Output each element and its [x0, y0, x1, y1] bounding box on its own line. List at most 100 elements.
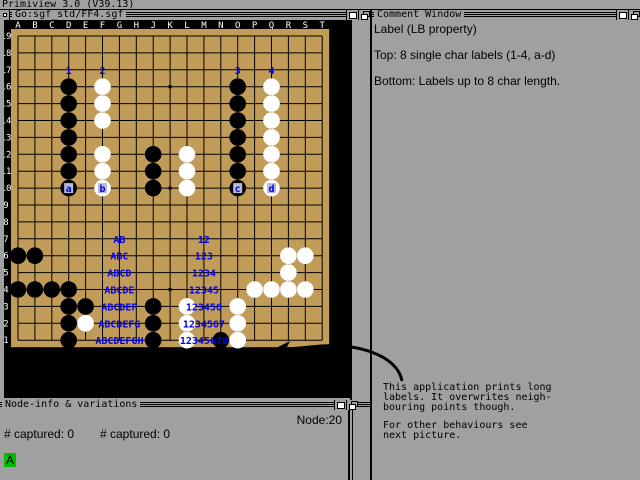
- black-stone[interactable]: [77, 298, 94, 315]
- row-coordinate: 16: [4, 83, 11, 93]
- black-stone[interactable]: [26, 281, 44, 298]
- white-stone[interactable]: [94, 162, 111, 180]
- white-stone[interactable]: [229, 331, 246, 349]
- black-stone[interactable]: [60, 95, 77, 112]
- white-stone[interactable]: [246, 281, 263, 298]
- white-stone[interactable]: [263, 281, 280, 298]
- node-info-scrollbar[interactable]: [352, 410, 368, 480]
- black-stone[interactable]: [9, 281, 27, 298]
- column-coordinate: D: [66, 21, 71, 31]
- column-coordinate: H: [134, 21, 139, 31]
- white-stone[interactable]: [263, 78, 280, 95]
- variation-button[interactable]: A: [4, 453, 17, 467]
- black-stone[interactable]: [9, 247, 27, 264]
- column-coordinate: B: [32, 21, 37, 31]
- row-coordinate: 3: [4, 302, 9, 312]
- black-stone[interactable]: [229, 162, 246, 180]
- node-info-titlebar[interactable]: Node-info & variations: [0, 400, 370, 410]
- black-stone[interactable]: [144, 331, 162, 349]
- row-coordinate: 10: [4, 184, 11, 194]
- black-stone[interactable]: [229, 129, 246, 146]
- column-coordinate: C: [49, 21, 54, 31]
- point-label: 1234: [192, 269, 216, 280]
- white-stone[interactable]: [94, 146, 111, 163]
- close-icon[interactable]: [0, 10, 10, 20]
- white-stone[interactable]: [178, 146, 196, 163]
- black-stone[interactable]: [60, 298, 77, 315]
- black-stone[interactable]: [144, 315, 162, 332]
- zoom-icon[interactable]: [334, 400, 346, 410]
- annotation-arrow: [274, 341, 404, 382]
- white-stone[interactable]: [229, 315, 246, 332]
- white-stone[interactable]: [263, 129, 280, 146]
- depth-icon[interactable]: [628, 10, 640, 20]
- black-stone[interactable]: [229, 95, 246, 112]
- white-stone[interactable]: [280, 264, 297, 281]
- row-coordinate: 17: [4, 66, 11, 76]
- black-stone[interactable]: [60, 112, 77, 129]
- black-stone[interactable]: [144, 146, 162, 163]
- black-stone[interactable]: [43, 281, 61, 298]
- point-label: ABCD: [107, 269, 131, 280]
- black-stone[interactable]: [60, 146, 77, 163]
- white-stone[interactable]: [263, 162, 280, 180]
- black-stone[interactable]: [144, 298, 162, 315]
- point-label: 123: [195, 252, 213, 263]
- black-stone[interactable]: [144, 162, 162, 180]
- white-stone[interactable]: [263, 112, 280, 129]
- point-label: ABCDEFG: [98, 319, 140, 330]
- column-coordinate: J: [150, 21, 155, 31]
- black-stone[interactable]: [60, 331, 77, 349]
- point-label: 2: [99, 66, 105, 77]
- white-stone[interactable]: [229, 298, 246, 315]
- arrow-line: [283, 344, 404, 382]
- black-stone[interactable]: [26, 247, 44, 264]
- comment-line: Label (LB property): [374, 22, 477, 36]
- black-stone[interactable]: [229, 146, 246, 163]
- annotation-line: next picture.: [383, 430, 462, 441]
- point-label: d: [268, 184, 274, 195]
- black-stone[interactable]: [60, 162, 77, 180]
- node-info-window: Node-info & variations Node:20 # capture…: [0, 400, 370, 480]
- black-stone[interactable]: [60, 315, 77, 332]
- point-label: b: [99, 184, 105, 195]
- point-label: 1: [66, 66, 72, 77]
- zoom-icon[interactable]: [346, 10, 358, 20]
- row-coordinate: 19: [4, 32, 11, 42]
- white-stone[interactable]: [94, 95, 111, 112]
- white-stone[interactable]: [94, 78, 111, 95]
- comment-line: Bottom: Labels up to 8 char length.: [374, 74, 561, 88]
- column-coordinate: A: [15, 21, 21, 31]
- row-coordinate: 8: [4, 218, 9, 228]
- white-stone[interactable]: [280, 247, 297, 264]
- point-label: c: [235, 184, 241, 195]
- row-coordinate: 1: [4, 336, 9, 346]
- row-coordinate: 13: [4, 133, 11, 143]
- black-stone[interactable]: [229, 112, 246, 129]
- depth-icon[interactable]: [358, 10, 370, 20]
- white-stone[interactable]: [178, 179, 196, 197]
- white-stone[interactable]: [263, 95, 280, 112]
- zoom-icon[interactable]: [616, 10, 628, 20]
- black-stone[interactable]: [229, 78, 246, 95]
- row-coordinate: 11: [4, 167, 11, 177]
- white-stone[interactable]: [178, 162, 196, 180]
- white-stone[interactable]: [77, 315, 94, 332]
- comment-titlebar[interactable]: Comment Window: [372, 10, 640, 20]
- white-stone[interactable]: [280, 281, 297, 298]
- column-coordinate: F: [100, 21, 105, 31]
- captured-white: # captured: 0: [100, 427, 171, 441]
- comment-window-title: Comment Window: [374, 10, 465, 20]
- white-stone[interactable]: [263, 146, 280, 163]
- column-coordinate: K: [167, 21, 173, 31]
- board-titlebar[interactable]: Go:sgf_std/FF4.sgf: [0, 10, 370, 20]
- black-stone[interactable]: [60, 281, 77, 298]
- black-stone[interactable]: [60, 78, 77, 95]
- black-stone[interactable]: [144, 179, 162, 197]
- black-stone[interactable]: [60, 129, 77, 146]
- white-stone[interactable]: [94, 112, 111, 129]
- white-stone[interactable]: [297, 281, 314, 298]
- depth-icon[interactable]: [346, 400, 358, 410]
- white-stone[interactable]: [297, 247, 314, 264]
- row-coordinate: 7: [4, 235, 9, 245]
